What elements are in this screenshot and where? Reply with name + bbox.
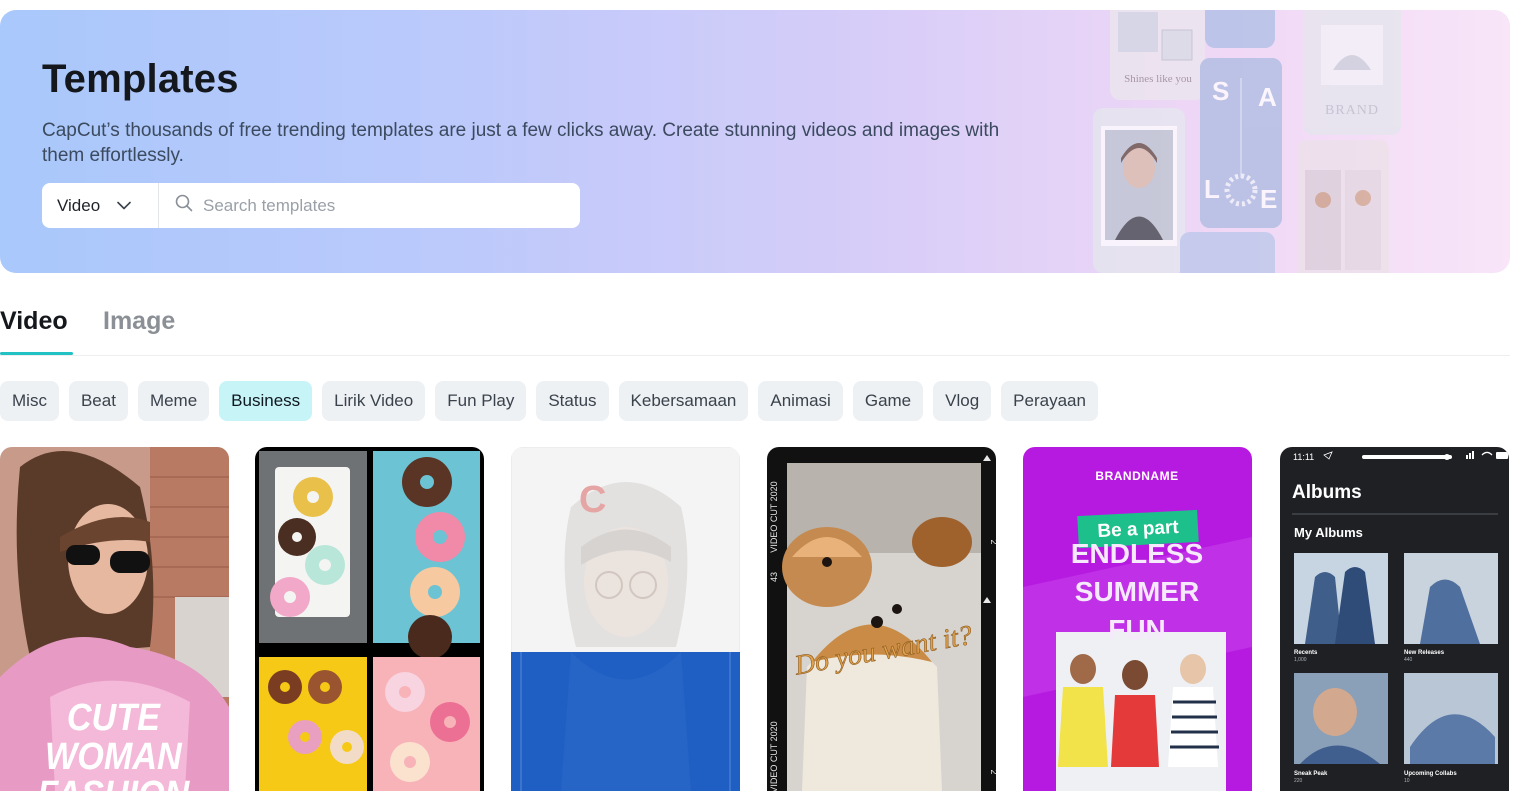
card-cute-line-1: CUTE — [67, 695, 161, 738]
collage-tile-shines: Shines like you — [1110, 10, 1205, 100]
tab-image[interactable]: Image — [103, 307, 175, 336]
collage-shines-text: Shines like you — [1124, 73, 1192, 85]
collage-sale-e: E — [1260, 184, 1277, 214]
card-cute-line-3: FASHION — [37, 772, 190, 791]
category-chip-beat[interactable]: Beat — [68, 381, 128, 421]
tab-video[interactable]: Video — [0, 307, 68, 336]
template-type-selected: Video — [57, 195, 101, 215]
card-album-count-2: 220 — [1294, 778, 1303, 784]
card-summer-line-3: FUN — [1108, 614, 1166, 645]
category-chip-status[interactable]: Status — [536, 381, 609, 421]
template-type-dropdown[interactable]: Video — [42, 183, 159, 228]
media-type-tabs: Video Image — [0, 300, 1510, 356]
collage-tile-portrait — [1093, 108, 1185, 273]
collage-sale-s: S — [1212, 76, 1229, 106]
card-summer-line-1: ENDLESS — [1071, 538, 1203, 569]
card-summer-line-2: SUMMER — [1075, 576, 1199, 607]
template-card-blue-portrait[interactable]: C — [511, 447, 740, 791]
collage-sale-l: L — [1204, 174, 1220, 204]
card-album-name-1: New Releases — [1404, 650, 1445, 656]
card-film-text-top: VIDEO CUT 2020 — [769, 481, 779, 552]
page-title: Templates — [42, 57, 239, 101]
category-chip-meme[interactable]: Meme — [137, 381, 210, 421]
category-chip-fun-play[interactable]: Fun Play — [435, 381, 527, 421]
card-blue-letter: C — [579, 479, 606, 521]
search-input[interactable] — [203, 195, 563, 216]
card-film-number: 43 — [769, 572, 779, 582]
template-search-bar: Video — [42, 183, 580, 228]
card-film-mark-bottom: 2 — [989, 769, 996, 774]
category-chip-lirik-video[interactable]: Lirik Video — [322, 381, 426, 421]
collage-tile-sale: S A L E — [1200, 58, 1282, 228]
template-card-donuts[interactable] — [255, 447, 484, 791]
search-field — [159, 183, 580, 228]
card-summer-brand: BRANDNAME — [1095, 469, 1178, 483]
active-tab-indicator — [0, 352, 73, 355]
card-album-name-3: Upcoming Collabs — [1404, 771, 1457, 777]
card-album-name-0: Recents — [1294, 650, 1318, 656]
hero-template-collage: Shines like you S A L E BRAND — [1075, 10, 1510, 273]
card-albums-section: My Albums — [1294, 525, 1363, 540]
category-chips: Misc Beat Meme Business Lirik Video Fun … — [0, 381, 1108, 421]
card-album-count-1: 440 — [1404, 657, 1413, 663]
category-chip-misc[interactable]: Misc — [0, 381, 59, 421]
templates-hero-banner: Templates CapCut’s thousands of free tre… — [0, 10, 1510, 273]
collage-tile-brand: BRAND — [1303, 10, 1401, 135]
category-chip-game[interactable]: Game — [852, 381, 924, 421]
collage-tile-blue-top — [1205, 10, 1275, 48]
template-card-endless-summer[interactable]: BRANDNAME Be a part ENDLESS SUMMER FUN — [1023, 447, 1252, 791]
hero-description: CapCut’s thousands of free trending temp… — [42, 120, 1000, 166]
collage-tile-dancers — [1297, 140, 1389, 273]
collage-sale-a: A — [1258, 82, 1277, 112]
collage-brand-text: BRAND — [1325, 103, 1379, 118]
collage-tile-blue-bottom — [1180, 232, 1275, 273]
card-album-count-0: 1,000 — [1294, 657, 1307, 663]
category-chip-business[interactable]: Business — [219, 381, 313, 421]
card-film-mark-top: 2 — [989, 539, 996, 544]
chevron-down-icon — [117, 201, 131, 210]
category-chip-vlog[interactable]: Vlog — [933, 381, 992, 421]
card-film-text-bottom: VIDEO CUT 2020 — [769, 721, 779, 791]
search-icon — [175, 194, 193, 217]
template-card-albums[interactable]: 11:11 Albums My Albums Recents 1,000 New… — [1280, 447, 1509, 791]
card-album-name-2: Sneak Peak — [1294, 771, 1328, 777]
category-chip-animasi[interactable]: Animasi — [758, 381, 843, 421]
template-card-do-you-want-it[interactable]: Do you want it? VIDEO CUT 2020 43 VIDEO … — [767, 447, 996, 791]
card-album-count-3: 10 — [1404, 778, 1410, 784]
category-chip-perayaan[interactable]: Perayaan — [1001, 381, 1098, 421]
card-albums-time: 11:11 — [1293, 452, 1314, 462]
category-chip-kebersamaan[interactable]: Kebersamaan — [618, 381, 749, 421]
card-cute-line-2: WOMAN — [45, 734, 183, 777]
template-card-cute-woman-fashion[interactable]: CUTE WOMAN FASHION — [0, 447, 229, 791]
card-albums-title: Albums — [1292, 482, 1362, 503]
